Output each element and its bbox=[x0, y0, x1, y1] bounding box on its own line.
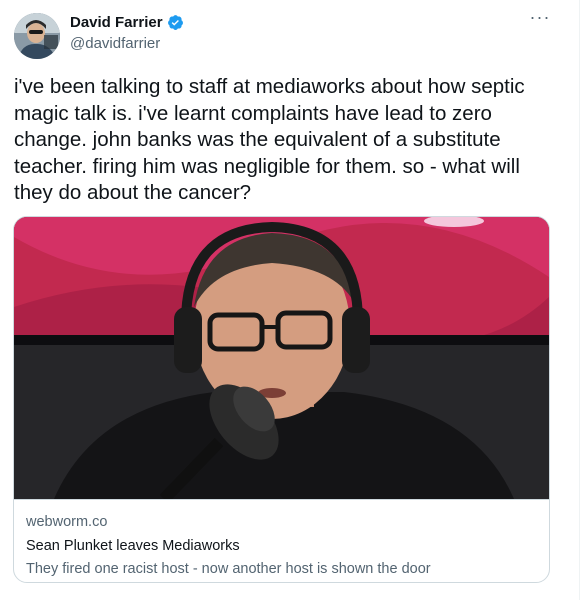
more-options-button[interactable]: ··· bbox=[526, 7, 554, 32]
verified-badge-icon bbox=[167, 15, 183, 30]
avatar-image bbox=[14, 13, 60, 59]
card-title: Sean Plunket leaves Mediaworks bbox=[26, 538, 240, 554]
tweet: David Farrier @davidfarrier ··· i've bee… bbox=[0, 0, 580, 600]
card-meta: webworm.co Sean Plunket leaves Mediawork… bbox=[14, 499, 549, 582]
author-name[interactable]: David Farrier bbox=[70, 14, 163, 31]
avatar[interactable] bbox=[14, 13, 60, 59]
card-image bbox=[14, 217, 549, 499]
tweet-text: i've been talking to staff at mediaworks… bbox=[14, 75, 525, 204]
author-block: David Farrier @davidfarrier bbox=[70, 14, 184, 52]
link-card[interactable]: webworm.co Sean Plunket leaves Mediawork… bbox=[13, 216, 550, 583]
more-horizontal-icon: ··· bbox=[529, 7, 551, 27]
card-description: They fired one racist host - now another… bbox=[26, 561, 431, 577]
card-domain: webworm.co bbox=[26, 514, 108, 530]
author-handle[interactable]: @davidfarrier bbox=[70, 35, 184, 52]
